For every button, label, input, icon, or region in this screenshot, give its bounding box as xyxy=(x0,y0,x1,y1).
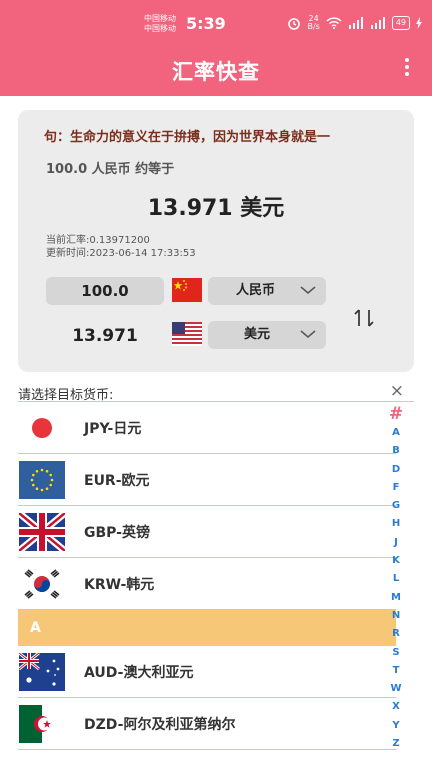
list-item-gbp[interactable]: GBP-英镑 xyxy=(18,506,396,558)
alphabet-index-letter[interactable]: N xyxy=(386,607,406,625)
chevron-down-icon xyxy=(300,286,316,294)
japan-flag-icon xyxy=(19,409,65,447)
to-amount-value[interactable]: 13.971 xyxy=(46,322,164,350)
alphabet-index-letter[interactable]: L xyxy=(386,570,406,588)
section-header-a: A xyxy=(18,610,396,646)
algeria-flag-icon xyxy=(19,705,65,743)
list-item-krw[interactable]: KRW-韩元 xyxy=(18,558,396,610)
status-bar: 中国移动 中国移动 5:39 24 B/s 49 xyxy=(0,12,432,38)
current-rate: 当前汇率:0.13971200 xyxy=(46,235,150,246)
list-header-label: 请选择目标货币: xyxy=(18,388,114,403)
alphabet-index-letter[interactable]: R xyxy=(386,625,406,643)
alphabet-index-letter[interactable]: G xyxy=(386,497,406,515)
from-currency-row: 100.0 人民币 xyxy=(18,276,414,306)
wifi-icon xyxy=(326,17,342,29)
korea-flag-icon xyxy=(19,565,65,603)
to-currency-value: 美元 xyxy=(244,327,271,342)
from-amount-input[interactable]: 100.0 xyxy=(46,277,164,305)
alphabet-index-letter[interactable]: B xyxy=(386,442,406,460)
alphabet-index-letter[interactable]: T xyxy=(386,662,406,680)
list-item-jpy[interactable]: JPY-日元 xyxy=(18,402,396,454)
alphabet-index-letter[interactable]: Z xyxy=(386,735,406,753)
alphabet-index-letter[interactable]: K xyxy=(386,552,406,570)
alphabet-index-letter[interactable]: W xyxy=(386,680,406,698)
alphabet-index-letter[interactable]: D xyxy=(386,461,406,479)
list-item-aud[interactable]: AUD-澳大利亚元 xyxy=(18,646,396,698)
alphabet-index-letter[interactable]: # xyxy=(386,404,406,424)
currency-name: JPY-日元 xyxy=(84,421,142,437)
australia-flag-icon xyxy=(19,653,65,691)
section-label: A xyxy=(30,620,41,636)
list-item-dzd[interactable]: DZD-阿尔及利亚第纳尔 xyxy=(18,698,396,750)
carrier-1: 中国移动 xyxy=(144,14,176,23)
signal-icon-2 xyxy=(370,17,385,29)
converter-card: 句：生命力的意义在于拚搏，因为世界本身就是一 100.0 人民币 约等于 13.… xyxy=(18,110,414,372)
to-currency-select[interactable]: 美元 xyxy=(208,321,326,349)
page-title: 汇率快查 xyxy=(172,60,260,84)
alphabet-index-letter[interactable]: Y xyxy=(386,717,406,735)
alphabet-index-letter[interactable]: H xyxy=(386,515,406,533)
from-currency-value: 人民币 xyxy=(236,283,276,298)
conversion-source-text: 100.0 人民币 约等于 xyxy=(46,162,175,177)
alphabet-index-letter[interactable]: M xyxy=(386,589,406,607)
carrier-2: 中国移动 xyxy=(144,24,176,33)
status-time: 5:39 xyxy=(186,14,226,33)
signal-icon-1 xyxy=(348,17,363,29)
network-speed-unit: B/s xyxy=(307,22,320,31)
conversion-result: 13.971 美元 xyxy=(147,196,285,221)
china-flag-icon xyxy=(172,278,202,302)
eu-flag-icon xyxy=(19,461,65,499)
alarm-icon xyxy=(288,18,301,30)
chevron-down-icon xyxy=(300,330,316,338)
charging-icon xyxy=(416,17,422,29)
list-item-eur[interactable]: EUR-欧元 xyxy=(18,454,396,506)
usa-flag-icon xyxy=(172,322,202,346)
battery-indicator: 49 xyxy=(391,16,410,30)
currency-name: DZD-阿尔及利亚第纳尔 xyxy=(84,717,236,733)
currency-name: EUR-欧元 xyxy=(84,473,150,489)
from-currency-select[interactable]: 人民币 xyxy=(208,277,326,305)
motto-marquee: 句：生命力的意义在于拚搏，因为世界本身就是一 xyxy=(44,130,331,145)
update-time: 更新时间:2023-06-14 17:33:53 xyxy=(46,248,196,259)
rate-info: 当前汇率:0.13971200 更新时间:2023-06-14 17:33:53 xyxy=(46,234,196,260)
currency-name: GBP-英镑 xyxy=(84,525,150,541)
alphabet-index-letter[interactable]: X xyxy=(386,698,406,716)
alphabet-index-letter[interactable]: J xyxy=(386,534,406,552)
network-speed: 24 B/s xyxy=(307,15,319,31)
alphabet-index[interactable]: # A B D F G H J K L M N R S T W X Y Z xyxy=(386,404,406,753)
currency-list: JPY-日元 EUR-欧元 GBP-英镑 KRW-韩元 A AUD-澳大利亚元 … xyxy=(18,402,396,750)
alphabet-index-letter[interactable]: A xyxy=(386,424,406,442)
more-menu-icon[interactable] xyxy=(404,58,410,78)
carrier-info: 中国移动 中国移动 xyxy=(144,14,176,34)
close-icon[interactable]: × xyxy=(390,381,404,401)
alphabet-index-letter[interactable]: S xyxy=(386,644,406,662)
currency-name: AUD-澳大利亚元 xyxy=(84,665,194,681)
uk-flag-icon xyxy=(19,513,65,551)
alphabet-index-letter[interactable]: F xyxy=(386,479,406,497)
currency-list-header: 请选择目标货币: × xyxy=(18,381,414,403)
swap-icon[interactable] xyxy=(352,306,376,330)
app-header: 中国移动 中国移动 5:39 24 B/s 49 汇率快查 xyxy=(0,0,432,96)
currency-name: KRW-韩元 xyxy=(84,577,155,593)
status-icons: 24 B/s 49 xyxy=(287,15,422,31)
